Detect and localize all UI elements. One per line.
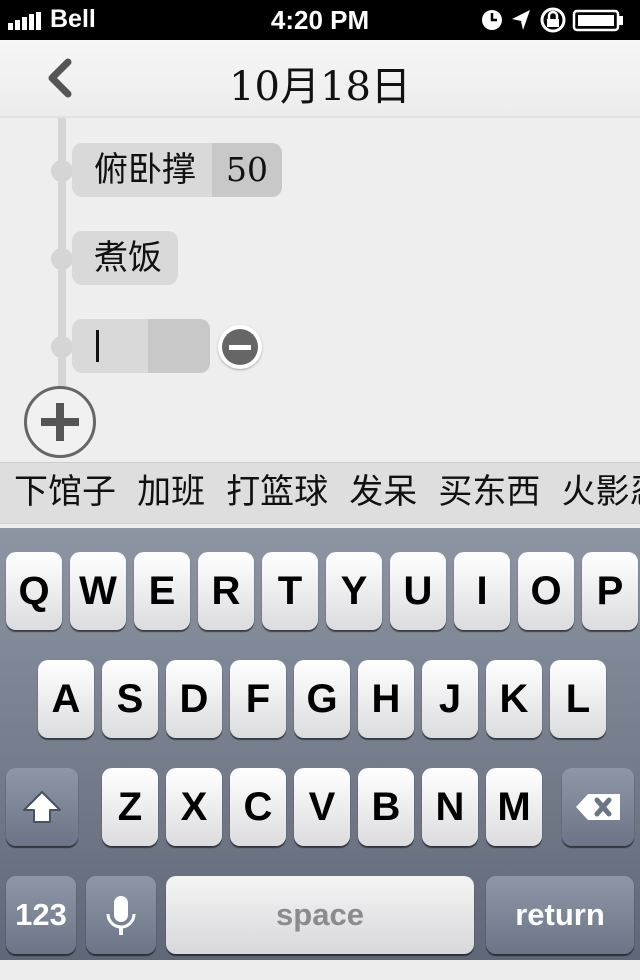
key-u[interactable]: U [390,552,446,630]
key-o[interactable]: O [518,552,574,630]
key-n[interactable]: N [422,768,478,846]
suggestion-tag[interactable]: 加班 [137,463,205,521]
shift-arrow-icon [23,791,61,823]
activity-item[interactable]: 俯卧撑 50 [72,143,282,197]
backspace-icon [576,794,620,820]
timeline-node [51,336,73,358]
delete-item-button[interactable] [218,325,262,369]
key-v[interactable]: V [294,768,350,846]
return-key[interactable]: return [486,876,634,954]
text-cursor [96,330,99,362]
keyboard: Q W E R T Y U I O P A S D F G H J K L Z … [0,528,640,960]
page-title: 10月18日 [229,64,411,110]
key-l[interactable]: L [550,660,606,738]
key-d[interactable]: D [166,660,222,738]
key-i[interactable]: I [454,552,510,630]
timeline-area: 俯卧撑 50 煮饭 [0,118,640,462]
key-m[interactable]: M [486,768,542,846]
alarm-clock-icon [482,10,502,30]
key-t[interactable]: T [262,552,318,630]
status-icons [482,6,632,34]
key-s[interactable]: S [102,660,158,738]
key-b[interactable]: B [358,768,414,846]
key-x[interactable]: X [166,768,222,846]
add-item-button[interactable] [24,386,96,458]
suggestion-tag[interactable]: 打篮球 [226,463,328,521]
suggestion-bar: 下馆子 加班 打篮球 发呆 买东西 火影忍 [0,462,640,524]
key-f[interactable]: F [230,660,286,738]
dictation-key[interactable] [86,876,156,954]
key-a[interactable]: A [38,660,94,738]
navigation-header: 10月18日 [0,40,640,118]
key-h[interactable]: H [358,660,414,738]
key-w[interactable]: W [70,552,126,630]
location-arrow-icon [512,10,530,30]
key-k[interactable]: K [486,660,542,738]
activity-quantity-field[interactable] [148,319,210,373]
timeline-node [51,248,73,270]
space-key[interactable]: space [166,876,474,954]
key-e[interactable]: E [134,552,190,630]
suggestion-tag[interactable]: 买东西 [438,463,540,521]
key-z[interactable]: Z [102,768,158,846]
rotation-lock-icon [540,7,566,33]
status-bar: Bell 4:20 PM [0,0,640,40]
activity-item[interactable]: 煮饭 [72,231,178,285]
activity-input[interactable] [72,319,210,373]
key-j[interactable]: J [422,660,478,738]
key-c[interactable]: C [230,768,286,846]
battery-icon [572,9,623,32]
activity-name-field[interactable] [72,319,148,373]
key-g[interactable]: G [294,660,350,738]
activity-label: 煮饭 [94,238,162,278]
activity-quantity[interactable]: 50 [212,143,282,197]
key-r[interactable]: R [198,552,254,630]
numbers-key[interactable]: 123 [6,876,76,954]
key-q[interactable]: Q [6,552,62,630]
microphone-icon [106,896,136,935]
key-p[interactable]: P [582,552,638,630]
timeline-node [51,160,73,182]
delete-key[interactable] [562,768,634,846]
plus-icon [41,403,79,441]
shift-key[interactable] [6,768,78,846]
suggestion-tag[interactable]: 下馆子 [14,463,116,521]
activity-label: 俯卧撑 [94,150,196,190]
suggestion-tag[interactable]: 火影忍 [561,463,640,521]
suggestion-tag[interactable]: 发呆 [349,463,417,521]
key-y[interactable]: Y [326,552,382,630]
